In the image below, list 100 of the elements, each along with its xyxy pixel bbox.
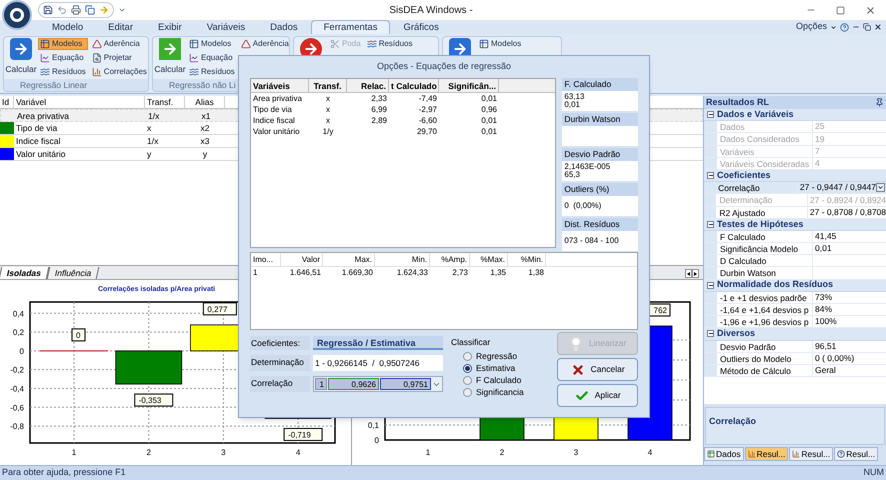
chart-tab[interactable]: Isoladas [0, 267, 50, 279]
y-tick-label: -0,2 [10, 366, 24, 375]
customize-icon[interactable] [118, 6, 126, 14]
column-header[interactable]: Transf. [145, 96, 185, 108]
menu-tab[interactable]: Ferramentas [310, 20, 390, 34]
pin-icon[interactable] [875, 98, 884, 107]
ribbon-item[interactable]: Projetar [90, 52, 148, 64]
property-row[interactable]: Desvio Padrão 96,51 [704, 340, 886, 353]
table-cell-text: x1 [200, 110, 212, 121]
panel-title: Resultados RL [706, 96, 770, 109]
collapse-icon[interactable] [707, 111, 714, 118]
property-row[interactable]: Correlação 27 - 0,9447 / 0,9447 [704, 182, 886, 194]
scroll-right-icon[interactable] [692, 269, 699, 278]
stat-value: 63,13 [564, 93, 586, 101]
ribbon-item[interactable]: Modelos [38, 38, 88, 50]
ribbon-item[interactable]: Modelos [477, 38, 524, 50]
table-icon [189, 39, 199, 49]
column-header[interactable]: Transf. [309, 79, 347, 92]
property-row[interactable]: -1 e +1 desvios padrõe 73% [704, 292, 886, 304]
ribbon-item[interactable]: Aderência [90, 38, 148, 50]
help-icon[interactable] [840, 22, 849, 32]
column-header[interactable]: Alias [185, 96, 225, 108]
menu-tab[interactable]: Exibir [146, 20, 194, 34]
menu-tab[interactable]: Modelo [40, 20, 96, 34]
calculate-button[interactable]: Calcular [5, 64, 37, 75]
maximize-icon[interactable] [836, 6, 845, 14]
column-header[interactable]: Significân... [439, 79, 499, 92]
property-name: Significância Modelo [717, 243, 813, 254]
determination-field[interactable]: 1 - 0,9266145 / 0,9507246 [313, 355, 443, 371]
ribbon-item[interactable]: Equação [187, 52, 237, 64]
property-row[interactable]: Outliers do Modelo 0 ( 0,00%) [704, 352, 886, 365]
column-header[interactable]: Variáveis [251, 79, 309, 92]
menu-tab[interactable]: Dados [258, 20, 310, 34]
property-row[interactable]: Significância Modelo 0,01 [704, 243, 886, 256]
ribbon-item[interactable]: Resíduos [364, 38, 414, 50]
panel-tab[interactable]: Dados [704, 447, 744, 461]
column-header[interactable]: Id [0, 96, 14, 108]
ribbon-item[interactable]: Equação [38, 52, 88, 64]
stat-label: Outliers (%) [562, 183, 638, 196]
waves-icon [189, 67, 199, 77]
ribbon-item[interactable]: Modelos [187, 38, 237, 50]
ribbon-item[interactable]: Resíduos [38, 66, 88, 78]
collapse-icon[interactable] [707, 330, 714, 338]
collapse-icon[interactable] [707, 172, 714, 180]
column-header[interactable]: Valor [281, 253, 323, 266]
close-icon[interactable] [874, 23, 882, 31]
property-row[interactable]: -1,64 e +1,64 desvios p 84% [704, 304, 886, 316]
radio-option[interactable]: Significancia [463, 386, 550, 398]
radio-option[interactable]: Estimativa [463, 362, 550, 374]
table-icon [707, 450, 715, 458]
description-title: Correlação [709, 416, 756, 426]
property-value: Geral [815, 364, 836, 377]
triangle-icon [92, 39, 102, 49]
column-header[interactable]: Relac. [347, 79, 389, 92]
column-header[interactable]: %Min. [508, 253, 546, 266]
options-menu[interactable]: Opções [796, 20, 827, 34]
ribbon-item[interactable]: Resíduos [187, 66, 237, 78]
collapse-icon[interactable] [707, 220, 714, 228]
column-header[interactable]: %Amp. [430, 253, 470, 266]
dialog-button[interactable]: Aplicar [557, 384, 638, 407]
chart-tab[interactable]: Influência [46, 267, 100, 279]
property-row[interactable]: Método de Cálculo Geral [704, 364, 886, 378]
menu-tab[interactable]: Variáveis [194, 20, 258, 34]
column-header[interactable]: %Max. [470, 253, 508, 266]
app-logo[interactable] [2, 0, 32, 30]
table-cell-text: 2,73 [451, 267, 469, 278]
panel-tab[interactable]: Resul... [789, 447, 834, 461]
dropdown-icon[interactable] [876, 183, 885, 192]
property-row[interactable]: F Calculado 41,45 [704, 230, 886, 244]
column-header[interactable]: Variável [14, 96, 145, 108]
close-icon[interactable] [865, 4, 876, 16]
ribbon-item[interactable]: Correlações [90, 66, 148, 78]
column-header[interactable]: Max. [323, 253, 375, 266]
undo-icon[interactable] [57, 5, 67, 15]
menu-tab[interactable]: Gráficos [391, 20, 451, 34]
scissors-icon [330, 39, 340, 49]
stat-label: F. Calculado [562, 78, 638, 91]
scroll-left-icon[interactable] [685, 269, 692, 278]
printer-icon[interactable] [71, 5, 81, 15]
property-row[interactable]: D Calculado [704, 255, 886, 268]
x-tick-label: 2 [146, 448, 151, 457]
column-header[interactable]: Min. [375, 253, 430, 266]
column-header[interactable]: Imo... [251, 253, 281, 266]
column-header[interactable]: t Calculado [389, 79, 439, 92]
radio-option[interactable]: F Calculado [463, 374, 550, 386]
table-cell-text: y [202, 148, 208, 160]
calculate-button[interactable]: Calcular [154, 64, 186, 75]
save-icon[interactable] [43, 5, 53, 15]
panel-tab[interactable]: Resul... [834, 447, 878, 461]
property-name: R2 Ajustado [716, 206, 808, 218]
copy-icon[interactable] [85, 5, 95, 15]
dialog-button[interactable]: Cancelar [557, 358, 638, 381]
restore-icon[interactable] [863, 23, 871, 31]
collapse-icon[interactable] [707, 282, 714, 289]
correlation-dropdown[interactable]: 1 0,9626 0,9751 [313, 376, 443, 392]
panel-tab[interactable]: Resul... [744, 447, 788, 461]
menu-tab[interactable]: Editar [96, 20, 145, 34]
radio-option[interactable]: Regressão [463, 350, 550, 362]
property-name: D Calculado [717, 255, 813, 266]
ribbon-item[interactable]: Aderência [238, 38, 289, 50]
